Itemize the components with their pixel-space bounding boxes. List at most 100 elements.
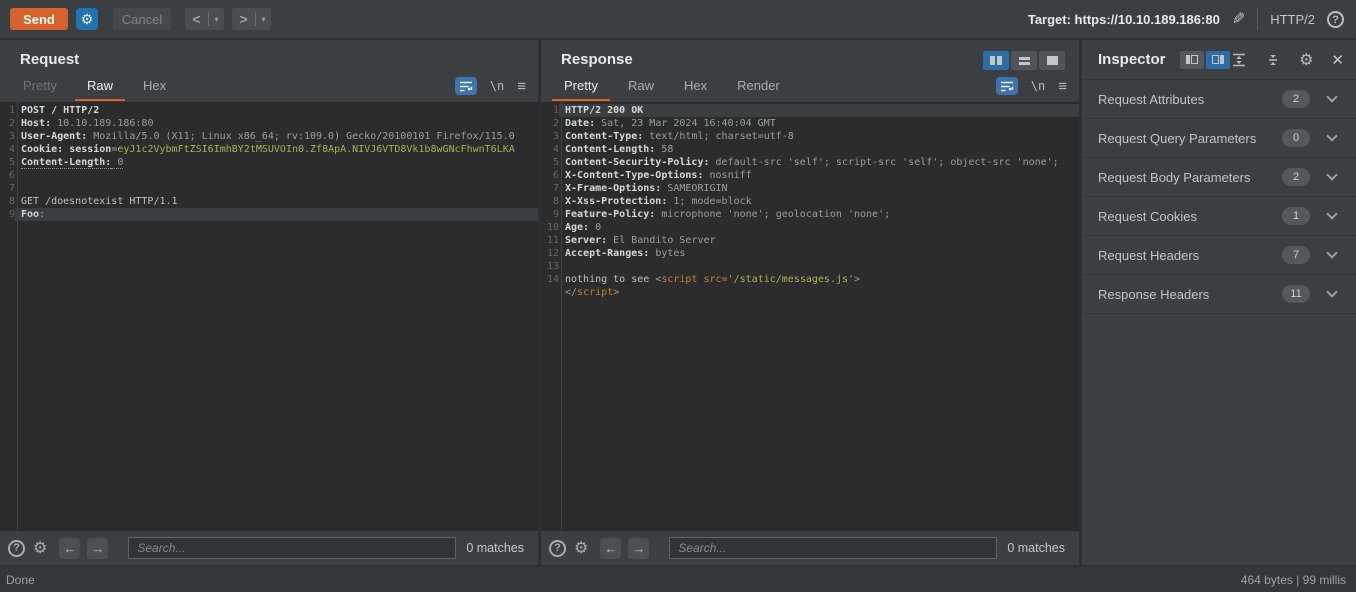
layout-columns-icon[interactable] bbox=[983, 51, 1009, 70]
response-panel-title: Response bbox=[561, 51, 633, 68]
code-line: 12Accept-Ranges: bytes bbox=[541, 247, 1079, 260]
top-toolbar: Send ⚙ Cancel < ▾ > ▾ Target: https://10… bbox=[0, 0, 1356, 38]
search-prev-icon[interactable]: ← bbox=[59, 538, 80, 559]
code-line: 1HTTP/2 200 OK bbox=[541, 104, 1079, 117]
code-line: 10Age: 0 bbox=[541, 221, 1079, 234]
editor-menu-icon[interactable]: ≡ bbox=[517, 78, 526, 95]
history-forward-group: > ▾ bbox=[232, 8, 271, 30]
search-settings-gear-icon[interactable]: ⚙ bbox=[33, 538, 47, 558]
cancel-button[interactable]: Cancel bbox=[113, 8, 171, 30]
code-line: 6X-Content-Type-Options: nosniff bbox=[541, 169, 1079, 182]
tab-pretty[interactable]: Pretty bbox=[15, 72, 65, 101]
request-editor[interactable]: 1POST / HTTP/22Host: 10.10.189.186:803Us… bbox=[0, 102, 538, 531]
response-editor[interactable]: 1HTTP/2 200 OK2Date: Sat, 23 Mar 2024 16… bbox=[541, 102, 1079, 531]
count-badge: 7 bbox=[1282, 246, 1310, 264]
toolbar-right: Target: https://10.10.189.186:80 ✎ HTTP/… bbox=[1028, 8, 1344, 30]
line-number: 3 bbox=[0, 130, 15, 143]
inspector-section-response-headers[interactable]: Response Headers11 bbox=[1082, 275, 1356, 314]
inspector-settings-gear-icon[interactable]: ⚙ bbox=[1299, 50, 1313, 70]
collapse-all-icon[interactable] bbox=[1265, 53, 1281, 67]
count-badge: 2 bbox=[1282, 90, 1310, 108]
search-next-icon[interactable]: → bbox=[87, 538, 108, 559]
inspector-close-icon[interactable]: ✕ bbox=[1331, 51, 1344, 69]
response-search-input[interactable] bbox=[669, 537, 997, 559]
chevron-down-icon[interactable] bbox=[1326, 130, 1337, 141]
send-settings-gear-icon[interactable]: ⚙ bbox=[76, 8, 98, 30]
tab-hex[interactable]: Hex bbox=[676, 72, 715, 101]
inspector-dock-right-icon[interactable] bbox=[1206, 51, 1230, 69]
section-label: Response Headers bbox=[1098, 287, 1209, 302]
request-match-count: 0 matches bbox=[466, 541, 524, 555]
inspector-title: Inspector bbox=[1098, 51, 1166, 68]
line-number: 13 bbox=[541, 260, 559, 273]
inspector-pane-toggles bbox=[1180, 51, 1230, 69]
count-badge: 1 bbox=[1282, 207, 1310, 225]
layout-rows-icon[interactable] bbox=[1011, 51, 1037, 70]
edit-target-pencil-icon[interactable]: ✎ bbox=[1232, 9, 1245, 29]
inspector-header: Inspector ⚙ ✕ bbox=[1082, 40, 1356, 80]
forward-arrow-icon[interactable]: > bbox=[232, 11, 255, 27]
back-dropdown-icon[interactable]: ▾ bbox=[209, 15, 224, 24]
editor-menu-icon[interactable]: ≡ bbox=[1058, 78, 1067, 95]
help-icon[interactable]: ? bbox=[1327, 11, 1344, 28]
inspector-section-request-query-parameters[interactable]: Request Query Parameters0 bbox=[1082, 119, 1356, 158]
response-match-count: 0 matches bbox=[1007, 541, 1065, 555]
line-number: 1 bbox=[541, 104, 559, 117]
tab-raw[interactable]: Raw bbox=[620, 72, 662, 101]
search-prev-icon[interactable]: ← bbox=[600, 538, 621, 559]
tab-raw[interactable]: Raw bbox=[79, 72, 121, 101]
request-title-row: Request bbox=[0, 40, 538, 70]
section-label: Request Query Parameters bbox=[1098, 131, 1256, 146]
response-tabs-row: Pretty Raw Hex Render \n ≡ bbox=[541, 70, 1079, 102]
word-wrap-icon[interactable] bbox=[455, 77, 477, 95]
chevron-down-icon[interactable] bbox=[1326, 247, 1337, 258]
inspector-panel: Inspector ⚙ ✕ Request Attributes2Request… bbox=[1082, 40, 1356, 565]
line-number: 7 bbox=[541, 182, 559, 195]
chevron-down-icon[interactable] bbox=[1326, 286, 1337, 297]
tab-pretty[interactable]: Pretty bbox=[556, 72, 606, 101]
inspector-section-request-headers[interactable]: Request Headers7 bbox=[1082, 236, 1356, 275]
section-label: Request Body Parameters bbox=[1098, 170, 1250, 185]
expand-all-icon[interactable] bbox=[1231, 53, 1247, 67]
line-number: 3 bbox=[541, 130, 559, 143]
newline-toggle-icon[interactable]: \n bbox=[490, 79, 504, 93]
layout-single-icon[interactable] bbox=[1039, 51, 1065, 70]
newline-toggle-icon[interactable]: \n bbox=[1031, 79, 1045, 93]
back-arrow-icon[interactable]: < bbox=[185, 11, 208, 27]
line-number: 10 bbox=[541, 221, 559, 234]
line-number: 12 bbox=[541, 247, 559, 260]
chevron-down-icon[interactable] bbox=[1326, 91, 1337, 102]
inspector-section-request-attributes[interactable]: Request Attributes2 bbox=[1082, 80, 1356, 119]
code-line: 2Host: 10.10.189.186:80 bbox=[0, 117, 538, 130]
inspector-section-request-body-parameters[interactable]: Request Body Parameters 2 bbox=[1082, 158, 1356, 197]
target-url: Target: https://10.10.189.186:80 bbox=[1028, 12, 1220, 27]
search-help-icon[interactable]: ? bbox=[549, 540, 566, 557]
search-next-icon[interactable]: → bbox=[628, 538, 649, 559]
line-number: 9 bbox=[541, 208, 559, 221]
line-number: 11 bbox=[541, 234, 559, 247]
word-wrap-icon[interactable] bbox=[996, 77, 1018, 95]
response-title-row: Response bbox=[541, 40, 1079, 70]
line-number: 4 bbox=[0, 143, 15, 156]
chevron-down-icon[interactable] bbox=[1326, 208, 1337, 219]
request-tabs-row: Pretty Raw Hex \n ≡ bbox=[0, 70, 538, 102]
count-badge: 2 bbox=[1282, 168, 1310, 186]
response-search-bar: ? ⚙ ← → 0 matches bbox=[541, 531, 1079, 565]
forward-dropdown-icon[interactable]: ▾ bbox=[256, 15, 271, 24]
layout-toggles bbox=[983, 51, 1065, 70]
search-settings-gear-icon[interactable]: ⚙ bbox=[574, 538, 588, 558]
code-line: </script> bbox=[541, 286, 1079, 299]
code-line: 6 bbox=[0, 169, 538, 182]
inspector-dock-left-icon[interactable] bbox=[1180, 51, 1204, 69]
inspector-section-request-cookies[interactable]: Request Cookies1 bbox=[1082, 197, 1356, 236]
chevron-down-icon[interactable] bbox=[1326, 169, 1337, 180]
send-button[interactable]: Send bbox=[10, 8, 68, 30]
search-help-icon[interactable]: ? bbox=[8, 540, 25, 557]
request-search-input[interactable] bbox=[128, 537, 456, 559]
tab-render[interactable]: Render bbox=[729, 72, 788, 101]
request-panel: Request Pretty Raw Hex \n ≡ 1POST / HTTP/2… bbox=[0, 40, 538, 565]
line-number: 1 bbox=[0, 104, 15, 117]
line-number: 4 bbox=[541, 143, 559, 156]
line-number: 14 bbox=[541, 273, 559, 286]
tab-hex[interactable]: Hex bbox=[135, 72, 174, 101]
